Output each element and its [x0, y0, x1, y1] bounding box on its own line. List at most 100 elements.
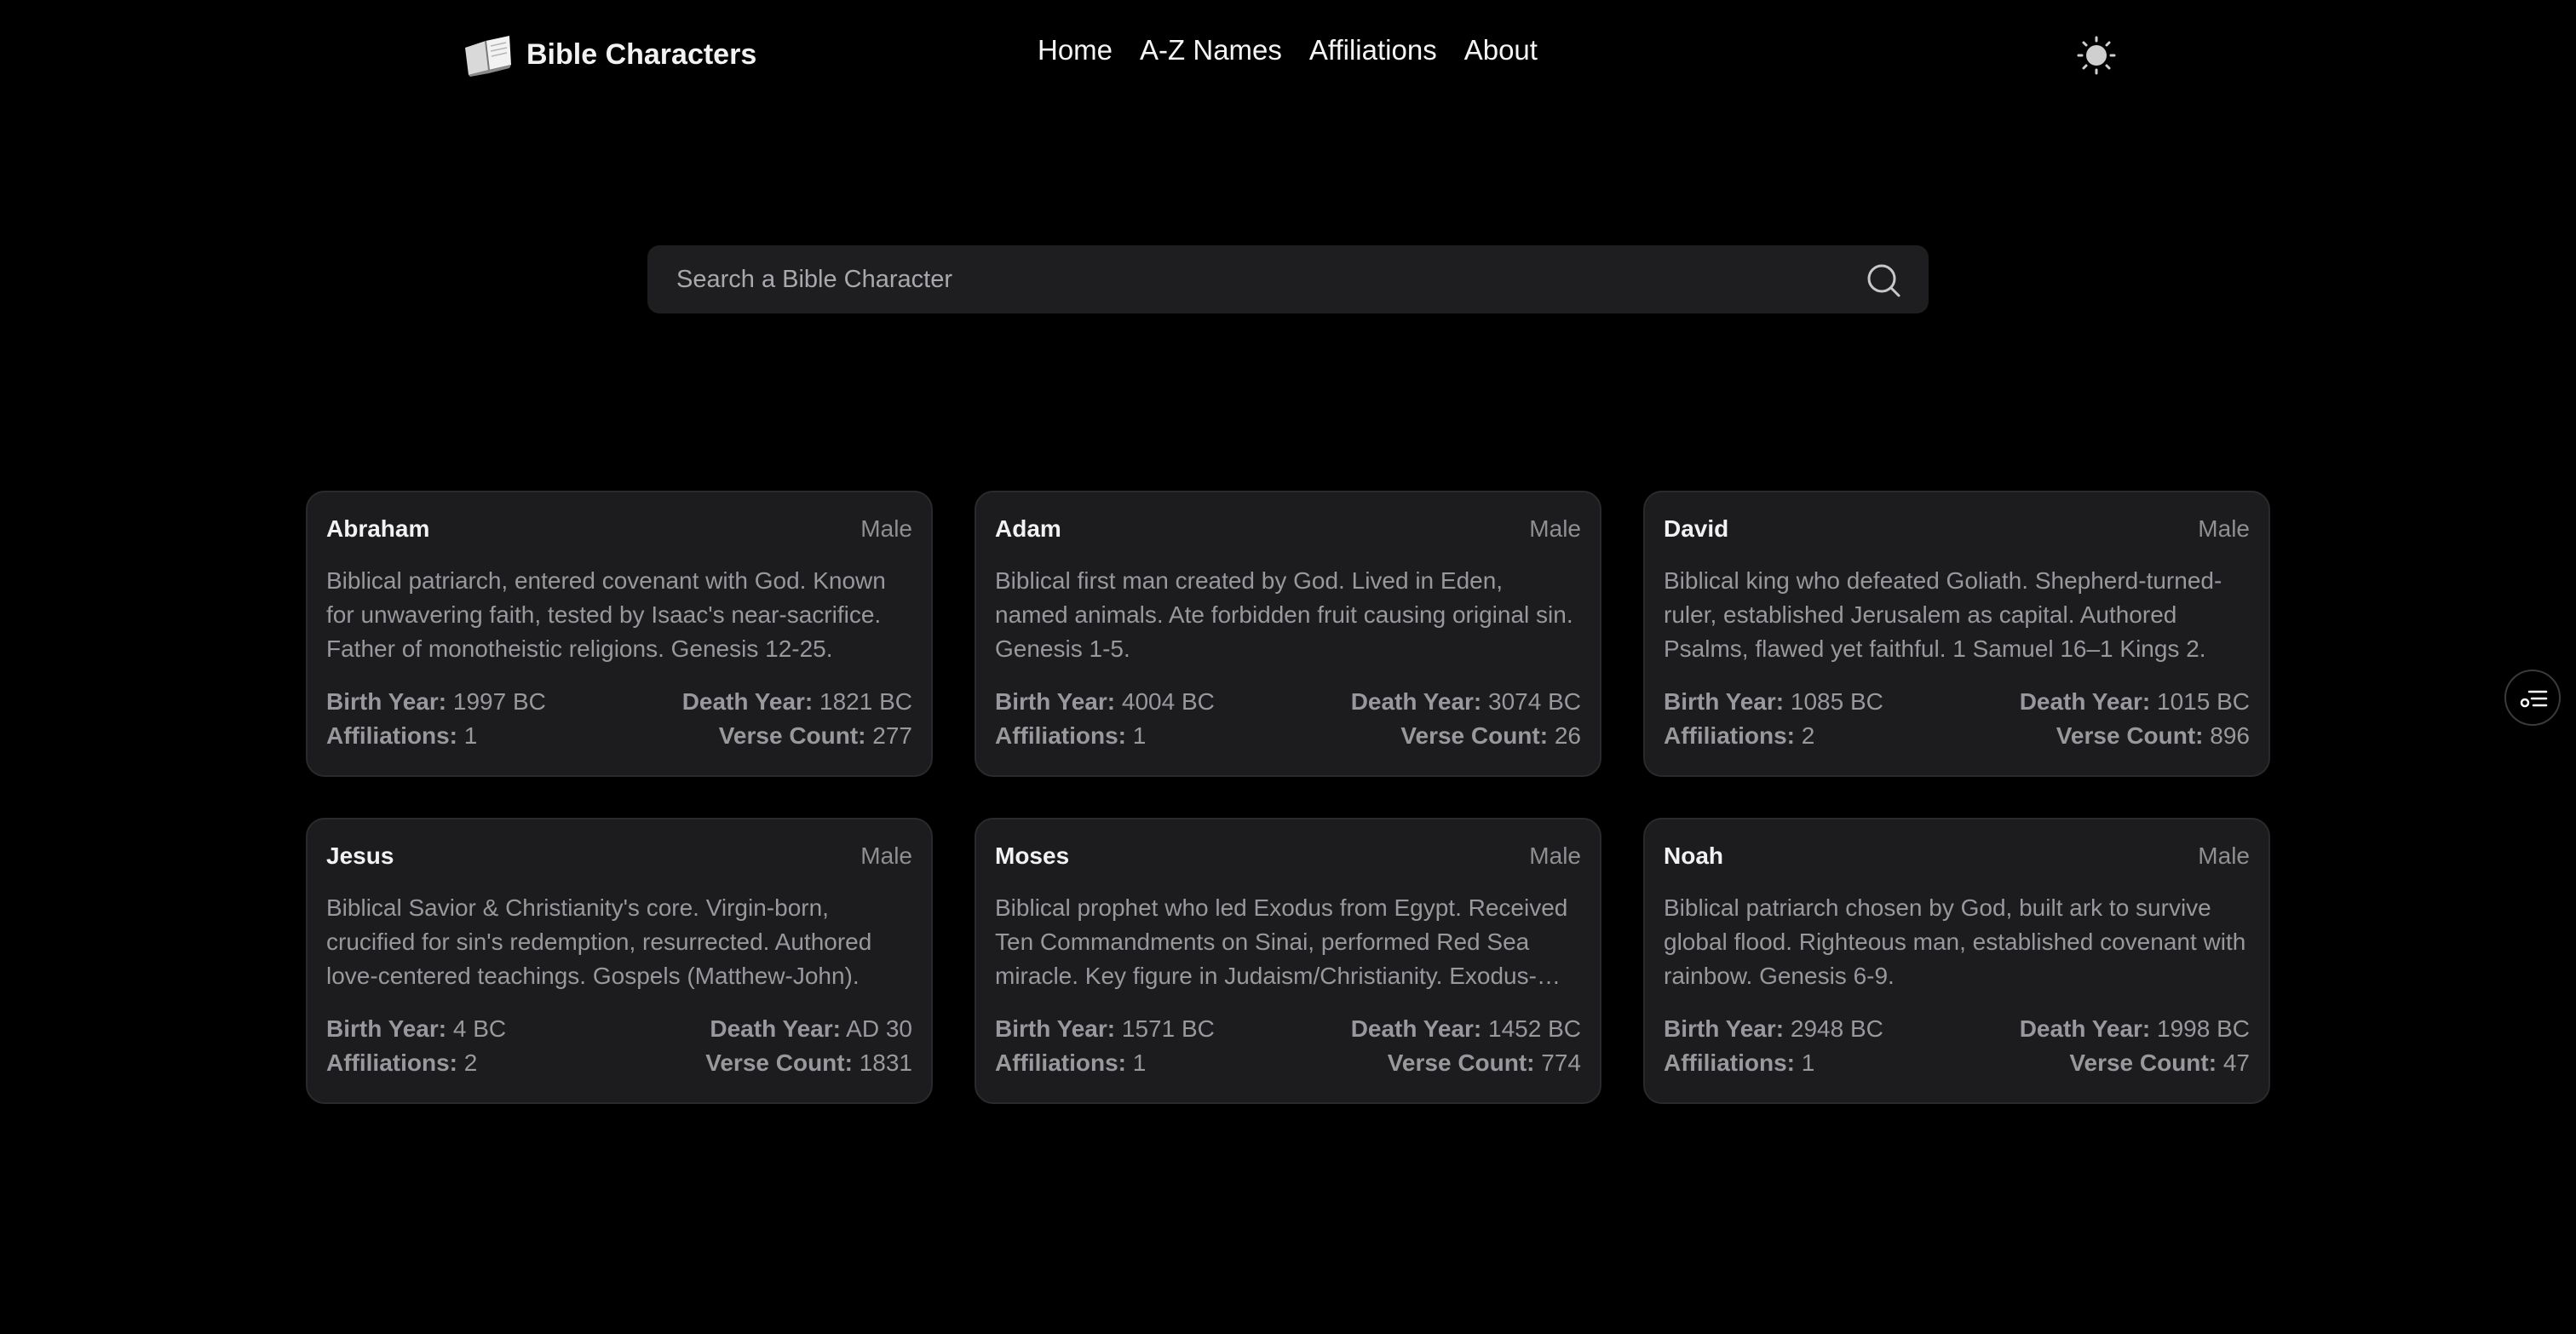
character-gender: Male [2198, 842, 2250, 869]
character-stats: Birth Year: 2948 BC Death Year: 1998 BC … [1664, 1012, 2250, 1080]
character-card-noah[interactable]: Noah Male Biblical patriarch chosen by G… [1643, 818, 2270, 1104]
verse-count-label: Verse Count: [1387, 1049, 1535, 1076]
birth-year-label: Birth Year: [326, 688, 447, 715]
death-year-stat: Death Year: 1015 BC [1957, 685, 2250, 719]
affiliations-value: 2 [463, 1049, 478, 1076]
affiliations-label: Affiliations: [1664, 722, 1795, 749]
death-year-value: 1998 BC [2157, 1015, 2250, 1042]
nav-home-link[interactable]: Home [1038, 34, 1113, 66]
verse-count-value: 26 [1554, 722, 1581, 749]
card-header: David Male [1664, 513, 2250, 545]
character-name: Jesus [326, 842, 394, 869]
birth-year-stat: Birth Year: 1085 BC [1664, 685, 1957, 719]
search-icon[interactable] [1866, 262, 1901, 298]
character-card-jesus[interactable]: Jesus Male Biblical Savior & Christianit… [306, 818, 933, 1104]
character-stats: Birth Year: 1571 BC Death Year: 1452 BC … [995, 1012, 1581, 1080]
character-gender: Male [860, 842, 912, 869]
birth-year-stat: Birth Year: 2948 BC [1664, 1012, 1957, 1046]
death-year-value: 1015 BC [2157, 688, 2250, 715]
top-navbar: Bible Characters Home A-Z Names Affiliat… [0, 0, 2576, 111]
character-card-david[interactable]: David Male Biblical king who defeated Go… [1643, 491, 2270, 777]
birth-year-label: Birth Year: [1664, 1015, 1785, 1042]
verse-count-stat: Verse Count: 26 [1288, 719, 1581, 753]
affiliations-label: Affiliations: [995, 1049, 1126, 1076]
card-header: Jesus Male [326, 840, 912, 872]
birth-year-label: Birth Year: [995, 1015, 1116, 1042]
character-gender: Male [1529, 515, 1581, 542]
affiliations-value: 1 [1132, 722, 1147, 749]
nav-az-names-link[interactable]: A-Z Names [1140, 34, 1282, 66]
verse-count-label: Verse Count: [705, 1049, 853, 1076]
character-name: David [1664, 515, 1729, 542]
verse-count-stat: Verse Count: 1831 [619, 1046, 912, 1080]
death-year-label: Death Year: [710, 1015, 841, 1042]
affiliations-stat: Affiliations: 1 [326, 719, 619, 753]
affiliations-value: 2 [1801, 722, 1815, 749]
nav-links: Home A-Z Names Affiliations About [1038, 34, 1538, 66]
character-name: Abraham [326, 515, 430, 542]
filter-button[interactable] [2504, 670, 2561, 726]
character-description: Biblical Savior & Christianity's core. V… [326, 894, 872, 989]
verse-count-stat: Verse Count: 277 [619, 719, 912, 753]
birth-year-label: Birth Year: [326, 1015, 447, 1042]
birth-year-stat: Birth Year: 1571 BC [995, 1012, 1288, 1046]
search-input[interactable] [675, 245, 1816, 313]
character-description: Biblical king who defeated Goliath. Shep… [1664, 567, 2222, 662]
search-bar [647, 245, 1929, 313]
character-description: Biblical prophet who led Exodus from Egy… [995, 894, 1568, 989]
verse-count-label: Verse Count: [718, 722, 866, 749]
death-year-label: Death Year: [1350, 688, 1482, 715]
brand-title: Bible Characters [526, 37, 757, 71]
birth-year-stat: Birth Year: 1997 BC [326, 685, 619, 719]
character-description: Biblical first man created by God. Lived… [995, 567, 1573, 662]
death-year-label: Death Year: [2019, 1015, 2151, 1042]
birth-year-value: 1997 BC [452, 688, 546, 715]
affiliations-value: 1 [1801, 1049, 1815, 1076]
affiliations-stat: Affiliations: 2 [1664, 719, 1957, 753]
character-gender: Male [860, 515, 912, 542]
character-name: Moses [995, 842, 1070, 869]
verse-count-value: 277 [872, 722, 912, 749]
sun-icon[interactable] [2077, 36, 2116, 75]
birth-year-stat: Birth Year: 4 BC [326, 1012, 619, 1046]
verse-count-stat: Verse Count: 774 [1288, 1046, 1581, 1080]
character-card-adam[interactable]: Adam Male Biblical first man created by … [975, 491, 1601, 777]
verse-count-value: 774 [1541, 1049, 1581, 1076]
affiliations-value: 1 [463, 722, 478, 749]
brand-link[interactable]: Bible Characters [460, 32, 756, 77]
death-year-stat: Death Year: 1998 BC [1957, 1012, 2250, 1046]
affiliations-stat: Affiliations: 1 [1664, 1046, 1957, 1080]
character-card-moses[interactable]: Moses Male Biblical prophet who led Exod… [975, 818, 1601, 1104]
death-year-value: 1821 BC [819, 688, 912, 715]
death-year-value: AD 30 [846, 1015, 912, 1042]
card-header: Noah Male [1664, 840, 2250, 872]
birth-year-value: 1085 BC [1790, 688, 1883, 715]
birth-year-stat: Birth Year: 4004 BC [995, 685, 1288, 719]
death-year-stat: Death Year: AD 30 [619, 1012, 912, 1046]
open-bible-icon [465, 36, 511, 77]
card-header: Moses Male [995, 840, 1581, 872]
character-card-abraham[interactable]: Abraham Male Biblical patriarch, entered… [306, 491, 933, 777]
verse-count-label: Verse Count: [1400, 722, 1549, 749]
affiliations-stat: Affiliations: 1 [995, 719, 1288, 753]
character-gender: Male [1529, 842, 1581, 869]
character-name: Noah [1664, 842, 1723, 869]
nav-affiliations-link[interactable]: Affiliations [1309, 34, 1437, 66]
affiliations-label: Affiliations: [995, 722, 1126, 749]
character-grid: Abraham Male Biblical patriarch, entered… [306, 491, 2270, 1104]
character-gender: Male [2198, 515, 2250, 542]
character-stats: Birth Year: 1997 BC Death Year: 1821 BC … [326, 685, 912, 753]
birth-year-value: 1571 BC [1121, 1015, 1215, 1042]
verse-count-value: 1831 [859, 1049, 912, 1076]
death-year-label: Death Year: [2019, 688, 2151, 715]
character-stats: Birth Year: 1085 BC Death Year: 1015 BC … [1664, 685, 2250, 753]
death-year-stat: Death Year: 1821 BC [619, 685, 912, 719]
birth-year-value: 2948 BC [1790, 1015, 1883, 1042]
death-year-value: 1452 BC [1488, 1015, 1581, 1042]
birth-year-label: Birth Year: [1664, 688, 1785, 715]
card-header: Adam Male [995, 513, 1581, 545]
affiliations-value: 1 [1132, 1049, 1147, 1076]
nav-about-link[interactable]: About [1464, 34, 1538, 66]
death-year-label: Death Year: [1350, 1015, 1482, 1042]
affiliations-label: Affiliations: [326, 1049, 457, 1076]
